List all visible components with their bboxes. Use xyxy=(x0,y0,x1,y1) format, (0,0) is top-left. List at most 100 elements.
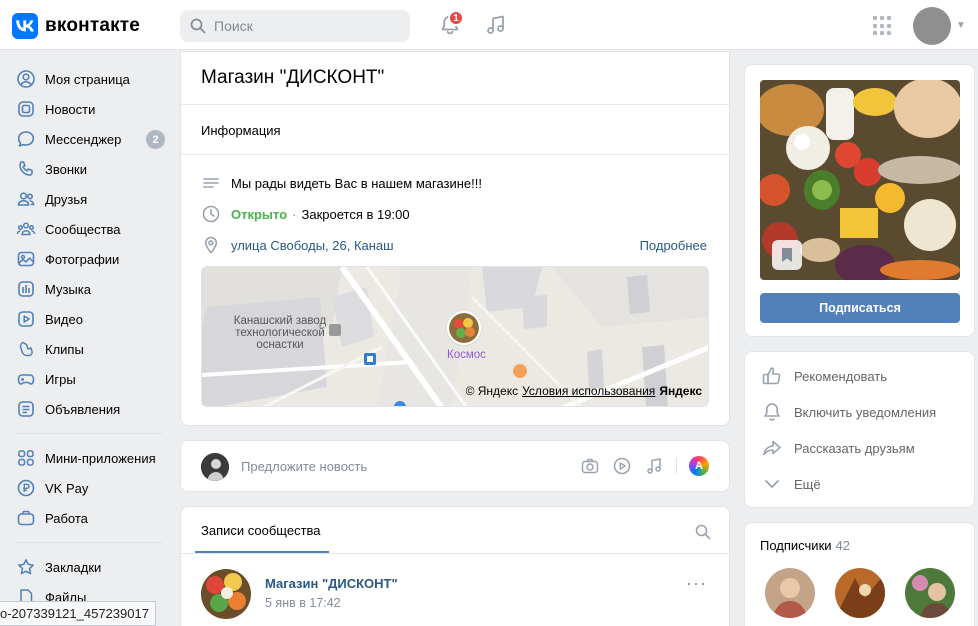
video-play-icon[interactable] xyxy=(612,456,632,476)
suggest-news-input[interactable]: Предложите новость xyxy=(241,459,367,474)
address-link[interactable]: улица Свободы, 26, Канаш xyxy=(231,238,394,253)
current-user-avatar xyxy=(201,453,229,481)
sidebar-item-vk-pay[interactable]: VK Pay xyxy=(0,473,170,503)
subscribers-header[interactable]: Подписчики 42 xyxy=(760,538,850,553)
post-author-avatar[interactable] xyxy=(201,569,251,619)
location-map[interactable]: Канашский завод технологической оснастки… xyxy=(201,266,709,407)
search-input[interactable] xyxy=(214,18,394,34)
briefcase-icon xyxy=(17,510,35,526)
post-author-name[interactable]: Магазин "ДИСКОНТ" xyxy=(265,576,398,591)
sidebar-item-label: Мини-приложения xyxy=(45,450,156,466)
more-options-icon[interactable]: ··· xyxy=(686,574,707,592)
store-marker-image xyxy=(449,313,479,343)
map-label-factory: Канашский завод технологической оснастки xyxy=(233,315,327,351)
more-action[interactable]: Ещё xyxy=(761,473,821,495)
map-label-store: Космос xyxy=(447,349,486,361)
subscriber-avatar[interactable] xyxy=(765,568,815,618)
sidebar-item-video[interactable]: Видео xyxy=(0,304,170,334)
sidebar-item-label: Звонки xyxy=(45,161,87,177)
apps-grid-icon[interactable] xyxy=(873,16,893,36)
sidebar-item-my-page[interactable]: Моя страница xyxy=(0,64,170,94)
sidebar-item-music[interactable]: Музыка xyxy=(0,274,170,304)
action-label: Ещё xyxy=(794,476,821,492)
sidebar-item-work[interactable]: Работа xyxy=(0,503,170,533)
music-icon[interactable] xyxy=(484,13,508,37)
sidebar-item-label: Объявления xyxy=(45,401,121,417)
subscribers-count: 42 xyxy=(835,538,850,553)
clock-icon xyxy=(202,205,220,223)
sidebar-item-games[interactable]: Игры xyxy=(0,364,170,394)
notifications-action[interactable]: Включить уведомления xyxy=(761,401,936,423)
icons-divider xyxy=(676,458,677,474)
tab-community-posts[interactable]: Записи сообщества xyxy=(201,523,321,538)
tab-divider xyxy=(181,154,729,155)
location-pin-icon xyxy=(204,236,218,254)
tab-information[interactable]: Информация xyxy=(201,123,281,138)
sidebar-item-label: Игры xyxy=(45,371,76,387)
attrib-terms-link[interactable]: Условия использования xyxy=(522,384,655,398)
separator-dot: · xyxy=(292,206,297,222)
sidebar-item-label: Моя страница xyxy=(45,71,130,87)
store-marker[interactable] xyxy=(449,313,479,343)
subscribe-button[interactable]: Подписаться xyxy=(760,293,960,323)
share-action[interactable]: Рассказать друзьям xyxy=(761,437,915,459)
sidebar-item-clips[interactable]: Клипы xyxy=(0,334,170,364)
chevron-down-icon xyxy=(765,480,779,488)
camera-icon[interactable] xyxy=(580,456,600,476)
logo-text: вконтакте xyxy=(45,15,141,36)
action-label: Включить уведомления xyxy=(794,404,937,420)
sidebar-item-news[interactable]: Новости xyxy=(0,94,170,124)
sidebar-item-mini-apps[interactable]: Мини-приложения xyxy=(0,443,170,473)
address-row: улица Свободы, 26, Канаш xyxy=(201,235,394,255)
subscriber-avatar[interactable] xyxy=(835,568,885,618)
sidebar-item-label: Работа xyxy=(45,510,88,526)
photo-icon xyxy=(17,251,35,267)
sidebar-item-calls[interactable]: Звонки xyxy=(0,154,170,184)
sidebar-divider xyxy=(16,542,162,543)
subscriber-avatar[interactable] xyxy=(905,568,955,618)
bookmark-badge[interactable] xyxy=(772,240,802,270)
clips-icon xyxy=(19,341,33,357)
ai-text-icon[interactable]: A xyxy=(689,456,709,476)
sidebar-item-label: Друзья xyxy=(45,191,88,207)
vk-logo[interactable]: вконтакте xyxy=(12,13,140,39)
vk-logo-icon xyxy=(12,13,38,39)
sidebar-item-friends[interactable]: Друзья xyxy=(0,184,170,214)
ads-icon xyxy=(18,401,34,417)
music-note-icon[interactable] xyxy=(644,456,664,476)
communities-icon xyxy=(16,222,36,236)
search-box[interactable] xyxy=(180,10,410,42)
notifications-badge: 1 xyxy=(448,10,464,26)
vkpay-icon xyxy=(17,479,35,497)
sidebar-item-label: Закладки xyxy=(45,559,102,575)
video-icon xyxy=(18,311,34,327)
sidebar-item-label: Мессенджер xyxy=(45,131,122,147)
left-sidebar: Моя страница Новости Мессенджер 2 Звонки… xyxy=(0,64,170,612)
search-icon[interactable] xyxy=(695,524,711,540)
sidebar-item-messenger[interactable]: Мессенджер 2 xyxy=(0,124,170,154)
thumbs-up-icon xyxy=(762,367,781,385)
user-icon xyxy=(17,70,35,88)
more-details-link[interactable]: Подробнее xyxy=(640,238,707,253)
chevron-down-icon[interactable]: ▼ xyxy=(956,20,966,31)
sidebar-item-ads[interactable]: Объявления xyxy=(0,394,170,424)
description-text: Мы рады видеть Вас в нашем магазине!!! xyxy=(231,175,482,191)
yandex-logo: Яндекс xyxy=(659,384,702,398)
sidebar-item-label: Фотографии xyxy=(45,251,120,267)
recommend-action[interactable]: Рекомендовать xyxy=(761,365,887,387)
subscribers-title: Подписчики xyxy=(760,538,832,553)
suggest-news-card: Предложите новость A xyxy=(180,440,730,492)
community-actions-card: Рекомендовать Включить уведомления Расск… xyxy=(744,351,975,508)
share-arrow-icon xyxy=(763,440,781,456)
sidebar-item-label: Новости xyxy=(45,101,96,117)
text-lines-icon xyxy=(203,178,219,188)
status-bar-url: o-207339121_457239017 xyxy=(0,601,156,626)
sidebar-item-communities[interactable]: Сообщества xyxy=(0,214,170,244)
top-header: вконтакте 1 ▼ xyxy=(0,0,978,50)
community-cover-image[interactable] xyxy=(760,80,960,280)
post-date[interactable]: 5 янв в 17:42 xyxy=(265,596,341,610)
sidebar-item-photos[interactable]: Фотографии xyxy=(0,244,170,274)
map-attribution: © Яндекс Условия использования Яндекс xyxy=(466,384,702,398)
user-avatar[interactable] xyxy=(913,7,951,45)
sidebar-item-bookmarks[interactable]: Закладки xyxy=(0,552,170,582)
